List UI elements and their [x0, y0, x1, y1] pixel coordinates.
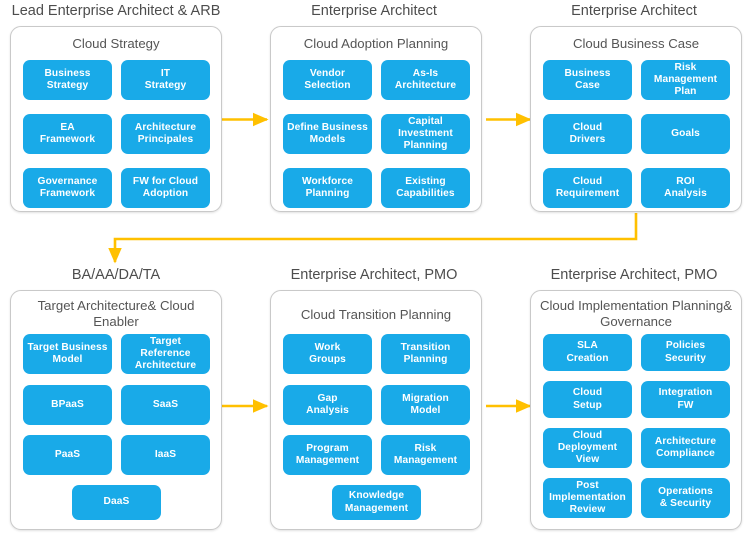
column-heading-cloud-strategy: Lead Enterprise Architect & ARB — [11, 3, 221, 19]
chip-existing-capabilities[interactable]: Existing Capabilities — [381, 168, 470, 208]
chip-target-reference-architecture[interactable]: Target Reference Architecture — [121, 334, 210, 374]
column-heading-cloud-transition-planning: Enterprise Architect, PMO — [290, 267, 458, 283]
chip-program-management[interactable]: Program Management — [283, 435, 372, 475]
chip-paas[interactable]: PaaS — [23, 435, 112, 475]
chip-migration-model[interactable]: Migration Model — [381, 385, 470, 425]
chip-post-implementation-review[interactable]: Post Implementation Review — [543, 478, 632, 518]
chip-bpaas[interactable]: BPaaS — [23, 385, 112, 425]
chip-fw-for-cloud-adoption[interactable]: FW for Cloud Adoption — [121, 168, 210, 208]
chip-goals[interactable]: Goals — [641, 114, 730, 154]
arrow-business-case-to-target-architecture — [108, 213, 638, 264]
card-title-cloud-business-case: Cloud Business Case — [572, 36, 700, 51]
card-cloud-strategy: Cloud Strategy Business Strategy IT Strate… — [10, 26, 222, 212]
card-cloud-transition-planning: Cloud Transition Planning Work Groups Tra… — [270, 290, 482, 530]
card-title-cloud-adoption-planning: Cloud Adoption Planning — [303, 36, 449, 51]
cloud-architecture-roadmap-diagram: Lead Enterprise Architect & ARB Cloud St… — [0, 0, 750, 547]
column-heading-target-architecture: BA/AA/DA/TA — [71, 267, 161, 283]
chip-workforce-planning[interactable]: Workforce Planning — [283, 168, 372, 208]
chip-daas[interactable]: DaaS — [72, 485, 161, 520]
chip-integration-fw[interactable]: Integration FW — [641, 381, 730, 418]
chip-it-strategy[interactable]: IT Strategy — [121, 60, 210, 100]
column-heading-cloud-adoption-planning: Enterprise Architect — [311, 3, 437, 19]
chip-define-business-models[interactable]: Define Business Models — [283, 114, 372, 154]
chip-target-business-model[interactable]: Target Business Model — [23, 334, 112, 374]
card-cloud-implementation-planning: Cloud Implementation Planning& Governanc… — [530, 290, 742, 530]
column-heading-cloud-implementation-planning: Enterprise Architect, PMO — [550, 267, 718, 283]
card-title-cloud-strategy: Cloud Strategy — [72, 36, 160, 51]
chip-cloud-deployment-view[interactable]: Cloud Deployment View — [543, 428, 632, 468]
chip-architecture-compliance[interactable]: Architecture Compliance — [641, 428, 730, 468]
card-title-target-architecture: Target Architecture& Cloud Enabler — [37, 298, 195, 329]
chip-knowledge-management[interactable]: Knowledge Management — [332, 485, 421, 520]
chip-transition-planning[interactable]: Transition Planning — [381, 334, 470, 374]
chip-vendor-selection[interactable]: Vendor Selection — [283, 60, 372, 100]
chip-governance-framework[interactable]: Governance Framework — [23, 168, 112, 208]
chip-iaas[interactable]: IaaS — [121, 435, 210, 475]
chip-operations-and-security[interactable]: Operations & Security — [641, 478, 730, 518]
chip-risk-management-plan[interactable]: Risk Management Plan — [641, 60, 730, 100]
chip-gap-analysis[interactable]: Gap Analysis — [283, 385, 372, 425]
card-title-cloud-implementation-planning: Cloud Implementation Planning& Governanc… — [539, 298, 733, 329]
column-heading-cloud-business-case: Enterprise Architect — [571, 3, 697, 19]
chip-business-strategy[interactable]: Business Strategy — [23, 60, 112, 100]
chip-business-case[interactable]: Business Case — [543, 60, 632, 100]
chip-risk-management[interactable]: Risk Management — [381, 435, 470, 475]
chip-capital-investment-planning[interactable]: Capital Investment Planning — [381, 114, 470, 154]
chip-cloud-setup[interactable]: Cloud Setup — [543, 381, 632, 418]
chip-roi-analysis[interactable]: ROI Analysis — [641, 168, 730, 208]
chip-work-groups[interactable]: Work Groups — [283, 334, 372, 374]
chip-as-is-architecture[interactable]: As-Is Architecture — [381, 60, 470, 100]
chip-ea-framework[interactable]: EA Framework — [23, 114, 112, 154]
card-cloud-adoption-planning: Cloud Adoption Planning Vendor Selection … — [270, 26, 482, 212]
chip-cloud-requirement[interactable]: Cloud Requirement — [543, 168, 632, 208]
card-cloud-business-case: Cloud Business Case Business Case Risk Man… — [530, 26, 742, 212]
chip-cloud-drivers[interactable]: Cloud Drivers — [543, 114, 632, 154]
card-target-architecture: Target Architecture& Cloud Enabler Targe… — [10, 290, 222, 530]
chip-saas[interactable]: SaaS — [121, 385, 210, 425]
chip-sla-creation[interactable]: SLA Creation — [543, 334, 632, 371]
card-title-cloud-transition-planning: Cloud Transition Planning — [300, 307, 452, 322]
chip-policies-security[interactable]: Policies Security — [641, 334, 730, 371]
chip-architecture-principales[interactable]: Architecture Principales — [121, 114, 210, 154]
